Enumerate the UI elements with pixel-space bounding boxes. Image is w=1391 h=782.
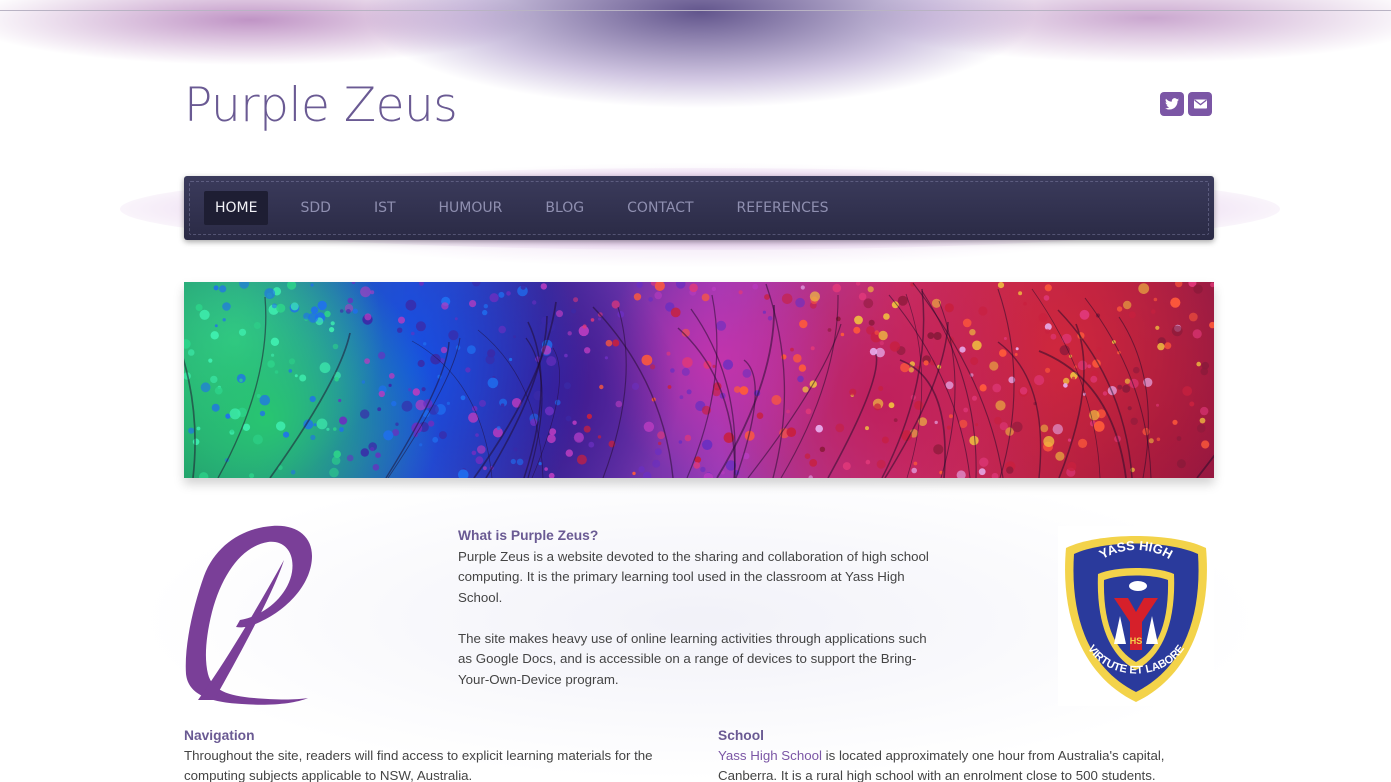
nav-item-humour[interactable]: HUMOUR bbox=[428, 191, 514, 225]
nav-item-home[interactable]: HOME bbox=[204, 191, 269, 225]
navigation-heading: Navigation bbox=[184, 728, 255, 743]
intro-paragraph-1: Purple Zeus is a website devoted to the … bbox=[458, 548, 929, 605]
nav-item-contact[interactable]: CONTACT bbox=[616, 191, 704, 225]
intro-paragraph-2: The site makes heavy use of online learn… bbox=[458, 630, 927, 687]
top-border bbox=[0, 10, 1391, 11]
twitter-icon[interactable] bbox=[1160, 92, 1184, 116]
school-text: Yass High School is located approximatel… bbox=[718, 746, 1218, 782]
svg-text:HS: HS bbox=[1130, 636, 1143, 646]
email-icon[interactable] bbox=[1188, 92, 1212, 116]
school-crest-logo: HS YASS HIGH VIRTUTE ET LABORE bbox=[1058, 526, 1214, 706]
main-navigation: HOME SDD IST HUMOUR BLOG CONTACT REFERENCES bbox=[184, 176, 1214, 240]
nav-item-references[interactable]: REFERENCES bbox=[726, 191, 840, 225]
nav-item-sdd[interactable]: SDD bbox=[289, 191, 341, 225]
intro-section: What is Purple Zeus? Purple Zeus is a we… bbox=[458, 526, 938, 690]
school-section: School Yass High School is located appro… bbox=[718, 726, 1218, 782]
purple-p-logo bbox=[185, 525, 312, 705]
nav-item-ist[interactable]: IST bbox=[363, 191, 407, 225]
navigation-text: Throughout the site, readers will find a… bbox=[184, 748, 653, 782]
yass-high-school-link[interactable]: Yass High School bbox=[718, 748, 822, 763]
intro-heading: What is Purple Zeus? bbox=[458, 528, 599, 543]
school-heading: School bbox=[718, 728, 764, 743]
social-links bbox=[1160, 92, 1212, 116]
site-title[interactable]: Purple Zeus bbox=[184, 78, 458, 133]
hero-banner-image bbox=[184, 282, 1214, 478]
navigation-section: Navigation Throughout the site, readers … bbox=[184, 726, 694, 782]
nav-item-blog[interactable]: BLOG bbox=[534, 191, 595, 225]
